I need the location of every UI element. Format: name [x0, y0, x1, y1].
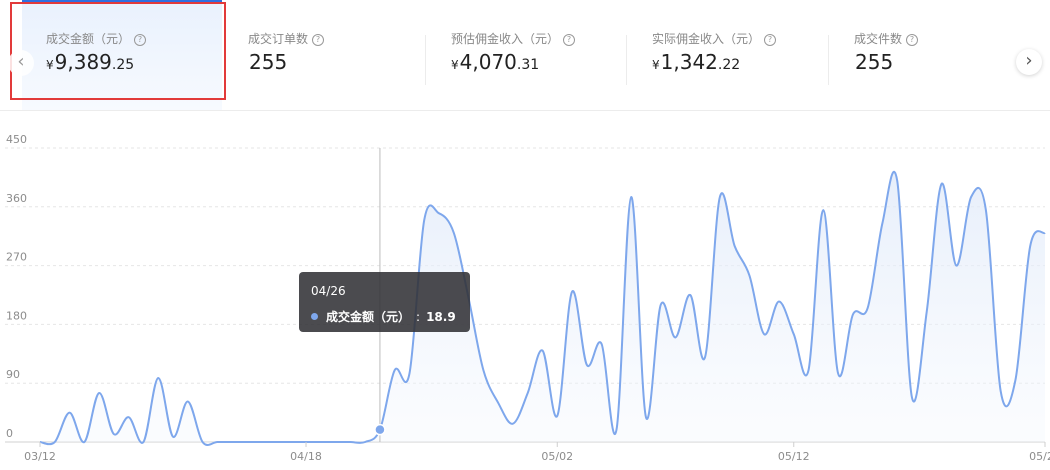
- tooltip-row: 成交金额（元）:18.9: [311, 308, 456, 325]
- prev-arrow-icon[interactable]: ‹: [8, 50, 34, 76]
- y-tick-label: 180: [6, 309, 27, 322]
- x-tick-label: 05/22: [1029, 450, 1050, 463]
- y-tick-label: 360: [6, 192, 27, 205]
- x-tick-label: 05/12: [778, 450, 810, 463]
- x-tick-label: 03/12: [24, 450, 56, 463]
- y-tick-label: 0: [6, 427, 13, 440]
- tooltip-value: 18.9: [426, 310, 456, 324]
- x-tick-label: 04/18: [290, 450, 322, 463]
- hover-point: [374, 423, 386, 436]
- tooltip-series-name: 成交金额（元）: [326, 310, 411, 324]
- y-tick-label: 90: [6, 368, 20, 381]
- y-tick-label: 450: [6, 133, 27, 146]
- x-tick-label: 05/02: [541, 450, 573, 463]
- y-tick-label: 270: [6, 251, 27, 264]
- trend-chart: 0 90 180 270 360 450 03/12 04/18 05/02 05/12 05/22…: [5, 133, 1050, 463]
- series-dot-icon: [311, 313, 318, 320]
- chart-tooltip: 04/26 成交金额（元）:18.9: [299, 272, 470, 332]
- tooltip-separator: :: [416, 310, 421, 324]
- tooltip-date: 04/26: [311, 284, 346, 298]
- next-arrow-icon[interactable]: ›: [1016, 49, 1042, 75]
